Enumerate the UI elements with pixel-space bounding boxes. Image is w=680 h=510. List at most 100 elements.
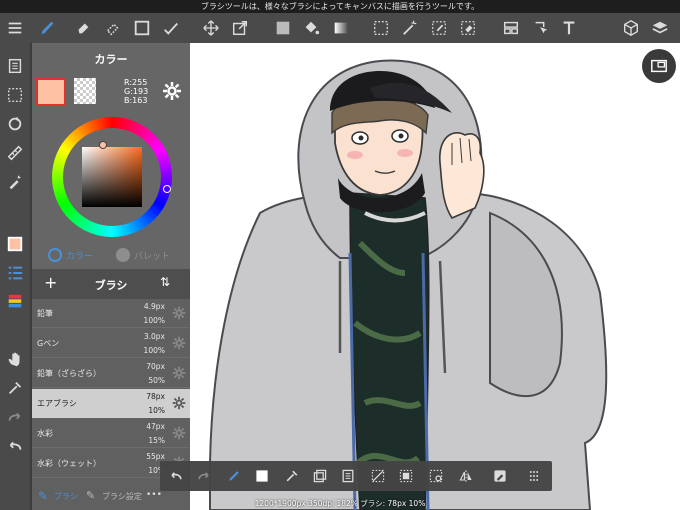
brush-name: 鉛筆 [37,309,53,318]
flip-icon[interactable] [456,466,476,486]
sv-marker[interactable] [99,141,107,149]
check-pen-icon[interactable] [160,17,182,39]
select-eraser-icon[interactable] [457,17,479,39]
menu-icon[interactable] [4,17,26,39]
invert-selection-icon[interactable] [396,466,416,486]
tab-palette[interactable]: パレット [116,247,170,263]
left-toolbar [0,43,30,510]
sort-brush-icon[interactable]: ⇅ [160,275,170,289]
bottom-toolbar [160,461,552,491]
undo-icon[interactable] [4,435,26,457]
tab-palette-label: パレット [134,251,171,262]
select-all-icon[interactable] [426,466,446,486]
brush-tab-icon[interactable]: ✎ [38,489,52,503]
rotate-icon[interactable] [4,113,26,135]
layers-icon[interactable] [649,17,671,39]
brush-settings-tab-icon[interactable]: ✎ [86,489,95,502]
color-icon[interactable] [4,233,26,255]
operation-icon[interactable] [530,17,552,39]
brush-row[interactable]: 鉛筆 4.9px 100% [32,299,190,328]
3d-cube-icon[interactable] [620,17,642,39]
brush-settings-tab-label[interactable]: ブラシ設定 [102,491,142,502]
artwork-illustration [209,59,608,510]
select-pen-icon[interactable] [428,17,450,39]
brush-name: Gペン [37,339,60,348]
status-bar: ブラシツールは、様々なブラシによってキャンバスに描画を行うツールです。 [0,0,680,13]
frame-icon[interactable] [500,17,522,39]
gradient-icon[interactable] [330,17,352,39]
color-settings-gear-icon[interactable] [162,81,182,101]
eyedropper-icon[interactable] [282,466,302,486]
brush-opacity: 100% [143,346,165,355]
grid-icon[interactable] [524,466,544,486]
navigator-icon [651,59,667,73]
layer-icon[interactable] [4,291,26,313]
color-swatch-icon[interactable] [252,466,272,486]
brush-size: 55px [146,452,165,461]
brush-swap-icon[interactable] [224,466,244,486]
eyedropper-icon[interactable] [4,377,26,399]
brush-icon[interactable] [36,17,58,39]
brush-settings-gear-icon[interactable] [172,366,186,380]
brush-settings-gear-icon[interactable] [172,426,186,440]
more-options-icon[interactable]: ••• [146,490,162,500]
bucket-icon[interactable] [300,17,322,39]
redo-icon[interactable] [194,466,214,486]
lasso-eraser-icon[interactable] [102,17,124,39]
magic-wand-icon[interactable] [399,17,421,39]
brush-name: 水彩（ウェット） [37,459,101,468]
brush-opacity: 100% [143,316,165,325]
brush-opacity: 50% [148,376,165,385]
select-icon[interactable] [370,17,392,39]
brush-row-selected[interactable]: エアブラシ 78px 10% [32,389,190,418]
drawing-canvas[interactable] [190,43,680,510]
brush-settings-gear-icon[interactable] [172,306,186,320]
fill-color-icon[interactable] [272,17,294,39]
brush-size: 70px [146,362,165,371]
ruler-icon[interactable] [4,142,26,164]
rgb-blue-value: B:163 [124,96,148,105]
brush-tab-label[interactable]: ブラシ [54,491,78,502]
redo-icon[interactable] [4,406,26,428]
deselect-icon[interactable] [368,466,388,486]
brush-settings-gear-icon[interactable] [172,336,186,350]
navigator-button[interactable] [642,49,676,83]
color-panel-title: カラー [94,53,128,66]
saturation-value-square[interactable] [82,147,142,207]
selection-icon[interactable] [4,84,26,106]
background-color-swatch[interactable] [74,78,96,104]
copy-icon[interactable] [310,466,330,486]
paste-icon[interactable] [338,466,358,486]
spray-icon[interactable] [4,171,26,193]
brush-name: 水彩 [37,429,53,438]
brush-list-icon[interactable] [4,262,26,284]
brush-row[interactable]: Gペン 3.0px 100% [32,329,190,358]
rectangle-icon[interactable] [131,17,153,39]
color-tab-icon [48,248,62,262]
brush-name: エアブラシ [37,399,77,408]
undo-icon[interactable] [166,466,186,486]
transform-icon[interactable] [229,17,251,39]
move-icon[interactable] [200,17,222,39]
hand-icon[interactable] [4,348,26,370]
brush-panel-header: + ブラシ ⇅ [32,269,190,299]
pen-icon[interactable] [490,466,510,486]
brush-size: 3.0px [143,332,165,341]
app-window: ブラシツールは、様々なブラシによってキャンバスに描画を行うツールです。 カラー … [0,0,680,510]
tab-color-label: カラー [66,251,94,262]
brush-row[interactable]: 鉛筆（ざらざら） 70px 50% [32,359,190,388]
eraser-icon[interactable] [72,17,94,39]
brush-opacity: 15% [148,436,165,445]
palette-icon [116,248,130,262]
tab-color[interactable]: カラー [48,247,93,263]
brush-opacity: 10% [148,406,165,415]
foreground-color-swatch[interactable] [36,78,66,106]
page-icon[interactable] [4,55,26,77]
text-icon[interactable] [558,17,580,39]
rgb-green-value: G:193 [124,87,149,96]
brush-row[interactable]: 水彩 47px 15% [32,419,190,448]
brush-settings-gear-icon[interactable] [172,396,186,410]
color-wheel[interactable] [52,117,172,237]
hue-marker[interactable] [163,185,171,193]
rgb-red-value: R:255 [124,78,148,87]
